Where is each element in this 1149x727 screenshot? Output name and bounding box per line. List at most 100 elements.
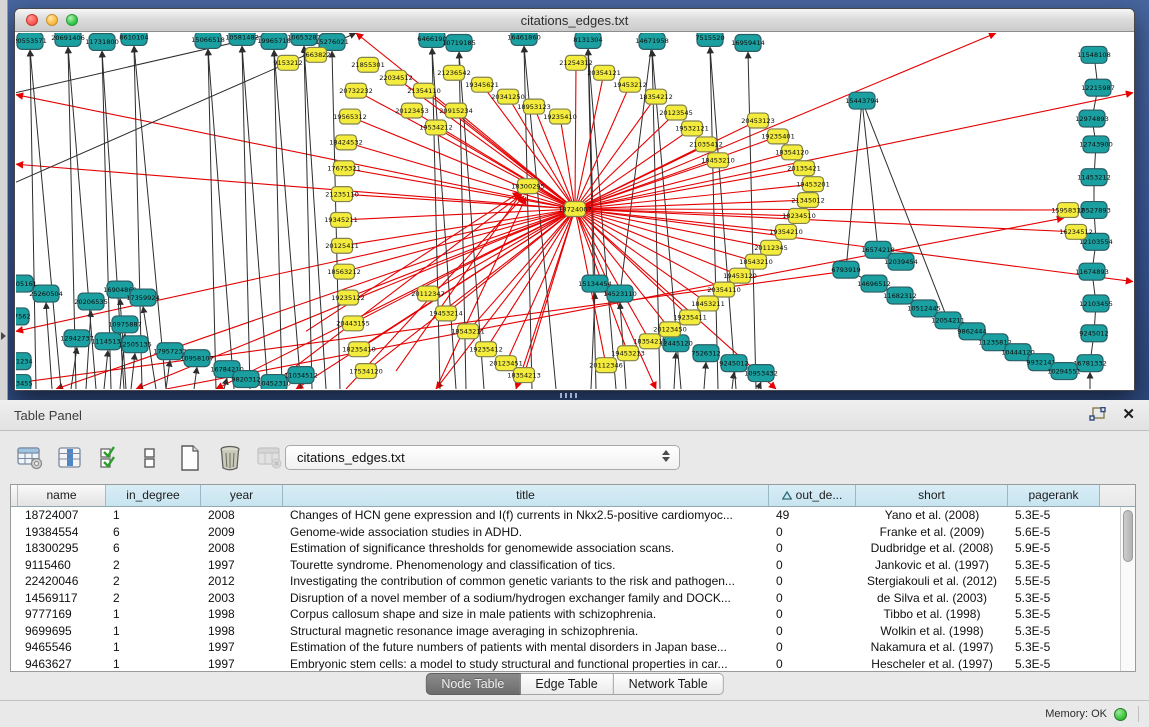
cell-title[interactable]: Changes of HCN gene expression and I(f) … (283, 507, 769, 524)
cell-title[interactable]: Embryonic stem cells: a model to study s… (283, 656, 769, 672)
table-body[interactable]: 1872400712008Changes of HCN gene express… (11, 507, 1119, 671)
cell-out-degree[interactable]: 0 (769, 573, 856, 590)
table-row[interactable]: 969969511998Structural magnetic resonanc… (11, 623, 1119, 640)
memory-status-indicator[interactable] (1114, 708, 1127, 721)
table-row[interactable]: 1456911722003Disruption of a novel membe… (11, 590, 1119, 607)
cell-year[interactable]: 2003 (201, 590, 283, 607)
cell-short[interactable]: Jankovic et al. (1997) (856, 557, 1008, 574)
column-header-out-degree[interactable]: out_de... (769, 485, 856, 506)
cell-pagerank[interactable]: 5.3E-5 (1008, 557, 1100, 574)
cell-name[interactable]: 19384554 (18, 524, 106, 541)
cell-out-degree[interactable]: 0 (769, 590, 856, 607)
table-row[interactable]: 2242004622012Investigating the contribut… (11, 573, 1119, 590)
table-row[interactable]: 946362711997Embryonic stem cells: a mode… (11, 656, 1119, 672)
column-header-in-degree[interactable]: in_degree (106, 485, 201, 506)
cell-in-degree[interactable]: 2 (106, 573, 201, 590)
cell-pagerank[interactable]: 5.3E-5 (1008, 507, 1100, 524)
scrollbar-thumb[interactable] (1123, 510, 1133, 562)
column-header-short[interactable]: short (856, 485, 1008, 506)
column-header-year[interactable]: year (201, 485, 283, 506)
cell-year[interactable]: 1997 (201, 557, 283, 574)
cell-pagerank[interactable]: 5.6E-5 (1008, 524, 1100, 541)
cell-name[interactable]: 18300295 (18, 540, 106, 557)
cell-title[interactable]: Estimation of the future numbers of pati… (283, 639, 769, 656)
cell-title[interactable]: Investigating the contribution of common… (283, 573, 769, 590)
cell-name[interactable]: 9115460 (18, 557, 106, 574)
cell-year[interactable]: 1998 (201, 606, 283, 623)
cell-year[interactable]: 2009 (201, 524, 283, 541)
tab-node-table[interactable]: Node Table (425, 673, 520, 695)
cell-title[interactable]: Tourette syndrome. Phenomenology and cla… (283, 557, 769, 574)
cell-name[interactable]: 18724007 (18, 507, 106, 524)
cell-title[interactable]: Structural magnetic resonance image aver… (283, 623, 769, 640)
cell-short[interactable]: Dudbridge et al. (2008) (856, 540, 1008, 557)
cell-out-degree[interactable]: 0 (769, 623, 856, 640)
cell-year[interactable]: 2008 (201, 507, 283, 524)
cell-name[interactable]: 9777169 (18, 606, 106, 623)
cell-year[interactable]: 2012 (201, 573, 283, 590)
row-height-icon[interactable] (136, 445, 163, 472)
cell-name[interactable]: 9699695 (18, 623, 106, 640)
table-row[interactable]: 946554611997Estimation of the future num… (11, 639, 1119, 656)
cell-out-degree[interactable]: 0 (769, 524, 856, 541)
cell-name[interactable]: 22420046 (18, 573, 106, 590)
column-header-title[interactable]: title (283, 485, 769, 506)
cell-in-degree[interactable]: 1 (106, 623, 201, 640)
tab-edge-table[interactable]: Edge Table (520, 673, 613, 695)
cell-out-degree[interactable]: 0 (769, 557, 856, 574)
cell-year[interactable]: 1997 (201, 639, 283, 656)
cell-pagerank[interactable]: 5.3E-5 (1008, 623, 1100, 640)
cell-out-degree[interactable]: 0 (769, 639, 856, 656)
cell-pagerank[interactable]: 5.3E-5 (1008, 590, 1100, 607)
cell-year[interactable]: 1998 (201, 623, 283, 640)
cell-out-degree[interactable]: 0 (769, 606, 856, 623)
panel-collapse-arrow-icon[interactable] (1, 332, 6, 340)
cell-in-degree[interactable]: 6 (106, 524, 201, 541)
cell-short[interactable]: Tibbo et al. (1998) (856, 606, 1008, 623)
cell-pagerank[interactable]: 5.3E-5 (1008, 656, 1100, 672)
cell-short[interactable]: Hescheler et al. (1997) (856, 656, 1008, 672)
cell-in-degree[interactable]: 6 (106, 540, 201, 557)
delete-table-icon[interactable] (216, 445, 243, 472)
cell-title[interactable]: Disruption of a novel member of a sodium… (283, 590, 769, 607)
table-row[interactable]: 977716911998Corpus callosum shape and si… (11, 606, 1119, 623)
table-row[interactable]: 911546021997Tourette syndrome. Phenomeno… (11, 557, 1119, 574)
cell-title[interactable]: Genome-wide association studies in ADHD. (283, 524, 769, 541)
new-table-icon[interactable] (176, 445, 203, 472)
close-panel-icon[interactable]: ✕ (1122, 406, 1135, 424)
cell-in-degree[interactable]: 2 (106, 557, 201, 574)
cell-in-degree[interactable]: 1 (106, 606, 201, 623)
cell-in-degree[interactable]: 2 (106, 590, 201, 607)
column-header-name[interactable]: name (18, 485, 106, 506)
cell-in-degree[interactable]: 1 (106, 656, 201, 672)
cell-out-degree[interactable]: 49 (769, 507, 856, 524)
cell-year[interactable]: 1997 (201, 656, 283, 672)
cell-out-degree[interactable]: 0 (769, 656, 856, 672)
cell-short[interactable]: Nakamura et al. (1997) (856, 639, 1008, 656)
cell-pagerank[interactable]: 5.9E-5 (1008, 540, 1100, 557)
column-header-pagerank[interactable]: pagerank (1008, 485, 1100, 506)
cell-short[interactable]: Stergiakouli et al. (2012) (856, 573, 1008, 590)
cell-name[interactable]: 9463627 (18, 656, 106, 672)
column-visibility-icon[interactable] (56, 445, 83, 472)
tab-network-table[interactable]: Network Table (614, 673, 724, 695)
cell-short[interactable]: Wolkin et al. (1998) (856, 623, 1008, 640)
cell-in-degree[interactable]: 1 (106, 507, 201, 524)
table-selector-dropdown[interactable]: citations_edges.txt (285, 445, 680, 470)
cell-short[interactable]: Yano et al. (2008) (856, 507, 1008, 524)
cell-pagerank[interactable]: 5.5E-5 (1008, 573, 1100, 590)
table-row[interactable]: 1830029562008Estimation of significance … (11, 540, 1119, 557)
network-canvas[interactable]: 2055357120691406117318008610104150665181… (16, 33, 1133, 389)
row-selection-icon[interactable] (96, 445, 123, 472)
float-panel-icon[interactable] (1089, 407, 1106, 423)
cell-in-degree[interactable]: 1 (106, 639, 201, 656)
cell-title[interactable]: Estimation of significance thresholds fo… (283, 540, 769, 557)
cell-year[interactable]: 2008 (201, 540, 283, 557)
cell-short[interactable]: de Silva et al. (2003) (856, 590, 1008, 607)
cell-short[interactable]: Franke et al. (2009) (856, 524, 1008, 541)
table-vertical-scrollbar[interactable] (1120, 507, 1135, 671)
table-row[interactable]: 1872400712008Changes of HCN gene express… (11, 507, 1119, 524)
cell-pagerank[interactable]: 5.3E-5 (1008, 639, 1100, 656)
control-panel-edge[interactable] (0, 0, 8, 400)
window-titlebar[interactable]: citations_edges.txt (15, 9, 1134, 32)
